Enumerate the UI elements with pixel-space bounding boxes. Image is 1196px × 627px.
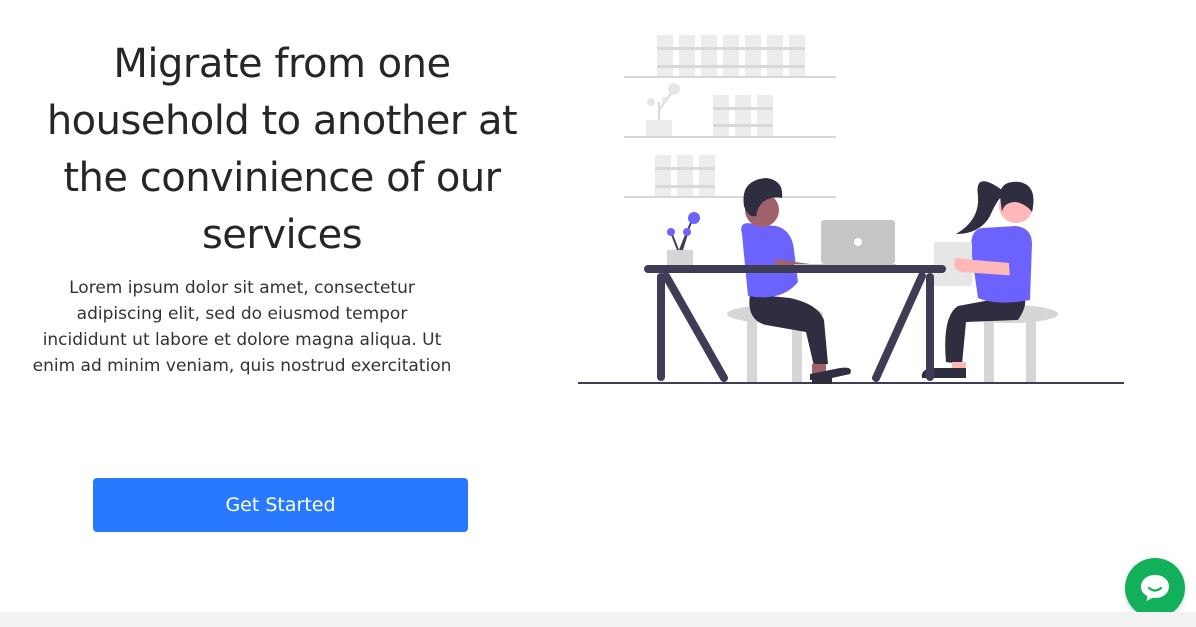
books-top	[657, 35, 805, 76]
books-middle	[646, 83, 773, 136]
person-right	[921, 181, 1034, 378]
hero-description: Lorem ipsum dolor sit amet, consectetur …	[32, 278, 452, 376]
laptop	[794, 220, 896, 268]
chat-bubble-icon	[1141, 575, 1169, 601]
landing-page: Migrate from one household to another at…	[0, 0, 1196, 627]
hero-section: Migrate from one household to another at…	[40, 36, 524, 264]
footer-strip	[0, 612, 1196, 627]
chat-widget-button[interactable]	[1125, 558, 1185, 618]
office-illustration	[578, 35, 1124, 384]
desk-plant	[667, 212, 700, 267]
hero-title: Migrate from one household to another at…	[46, 41, 518, 258]
get-started-button[interactable]: Get Started	[93, 478, 468, 532]
books-bottom	[655, 155, 715, 196]
